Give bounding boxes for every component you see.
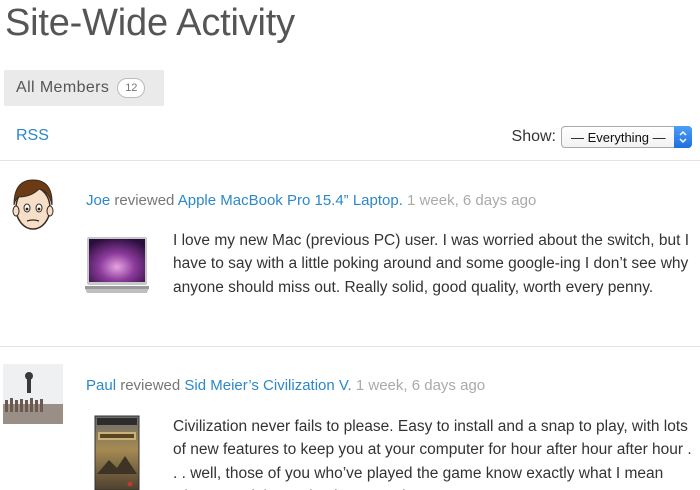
activity-review-text: I love my new Mac (previous PC) user. I …	[173, 232, 690, 296]
activity-action: reviewed	[120, 377, 181, 394]
activity-review-text: Civilization never fails to please. Easy…	[173, 418, 692, 490]
activity-action: reviewed	[114, 192, 175, 209]
toolbar-divider	[0, 160, 700, 161]
tab-all-members-label: All Members	[16, 79, 110, 96]
page-title: Site-Wide Activity	[5, 2, 295, 44]
activity-header-2: Paul reviewed Sid Meier’s Civilization V…	[86, 377, 485, 394]
activity-page: Site-Wide Activity All Members 12 RSS Sh…	[0, 0, 700, 490]
updown-chevron-icon	[674, 126, 692, 148]
product-thumbnail-macbook[interactable]	[85, 236, 149, 298]
activity-timestamp[interactable]: 1 week, 6 days ago	[356, 377, 485, 394]
activity-user-link[interactable]: Paul	[86, 377, 116, 394]
avatar-joe[interactable]	[3, 175, 63, 235]
activity-divider	[0, 346, 700, 347]
avatar-paul[interactable]	[3, 364, 63, 424]
activity-item-link[interactable]: Apple MacBook Pro 15.4” Laptop.	[178, 192, 403, 209]
activity-user-link[interactable]: Joe	[86, 192, 110, 209]
activity-timestamp[interactable]: 1 week, 6 days ago	[407, 192, 536, 209]
show-label: Show:	[511, 128, 556, 145]
members-count-badge: 12	[117, 78, 146, 98]
activity-filter-select[interactable]: — Everything —	[561, 126, 692, 148]
activity-filter-value: — Everything —	[571, 129, 666, 145]
activity-header-1: Joe reviewed Apple MacBook Pro 15.4” Lap…	[86, 192, 536, 209]
activity-item-link[interactable]: Sid Meier’s Civilization V.	[184, 377, 351, 394]
activity-filter: Show: — Everything —	[512, 126, 692, 148]
tab-all-members[interactable]: All Members 12	[4, 70, 164, 106]
product-thumbnail-civilization[interactable]	[85, 414, 145, 490]
rss-link[interactable]: RSS	[16, 127, 49, 145]
